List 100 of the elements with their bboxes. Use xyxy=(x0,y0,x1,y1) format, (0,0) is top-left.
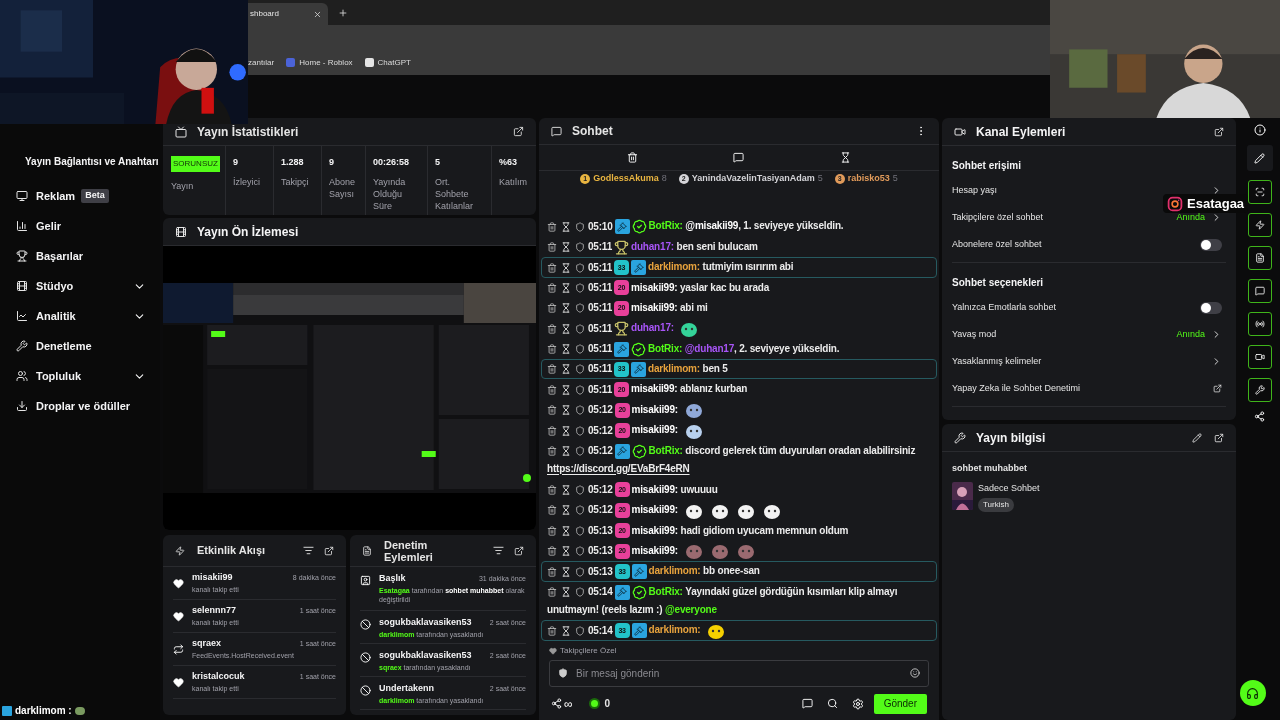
chat-overlay-text: darklimom : xyxy=(15,704,72,718)
message-time: 05:13 xyxy=(588,565,613,577)
message-time: 05:14 xyxy=(588,624,613,636)
message-text: tutmiyim ısırırım abi xyxy=(702,261,794,273)
message-text: , 1. seviyeye yükseldin. xyxy=(738,220,844,232)
sidebar-item[interactable]: Reklam Beta xyxy=(0,181,160,211)
stat-value: 1.288 xyxy=(281,156,305,169)
stat-value: 9 xyxy=(233,156,239,169)
action-target: sogukbaklavasiken53 xyxy=(379,616,472,629)
sidebar-item[interactable]: Denetleme xyxy=(0,331,160,361)
stat-label: Katılım xyxy=(499,175,528,188)
chat-username[interactable]: darklimom: xyxy=(648,624,701,636)
stat-value: %63 xyxy=(499,156,518,169)
chat-username[interactable]: misakii99: xyxy=(631,404,678,416)
message-time: 05:12 xyxy=(588,424,613,436)
message-time: 05:13 xyxy=(588,545,613,557)
top-chatter-name[interactable]: GodlessAkuma xyxy=(593,172,659,186)
setting-row[interactable]: Yapay Zeka ile Sohbet Denetimi xyxy=(952,375,1226,402)
chat-username[interactable]: misakii99: xyxy=(631,302,678,314)
panel-title: Kanal Eylemleri xyxy=(976,123,1066,141)
message-count: 5 xyxy=(892,172,898,186)
chat-username[interactable]: misakii99: xyxy=(631,424,678,436)
message-text: bb onee-san xyxy=(703,565,760,577)
message-text: unutmayın! (reels lazım :) xyxy=(547,604,663,616)
setting-row[interactable]: Yavaş mod Anında xyxy=(952,321,1226,348)
panel-title: Denetim Eylemleri xyxy=(384,538,434,563)
chat-username[interactable]: darklimom: xyxy=(648,363,700,375)
browser-tab[interactable]: shboard xyxy=(248,3,328,25)
message-text: hadi gidiom uyucam memnun oldum xyxy=(680,524,849,536)
chat-username[interactable]: BotRix: xyxy=(648,220,683,232)
points-count: 0 xyxy=(604,697,611,711)
bookmark[interactable]: Home - Roblox xyxy=(286,56,353,69)
panel-title: Yayın İstatistikleri xyxy=(197,123,299,141)
panel-title: Yayın Ön İzlemesi xyxy=(197,223,299,241)
top-chatter-name[interactable]: rabisko53 xyxy=(847,172,890,186)
status-badge: SORUNSUZ xyxy=(171,156,220,172)
panel-title: Etkinlik Akışı xyxy=(197,543,266,559)
chat-username[interactable]: darklimom: xyxy=(648,261,700,273)
sidebar-item[interactable]: Droplar ve ödüller xyxy=(0,391,160,421)
message-time: 05:11 xyxy=(588,281,613,293)
message-count: 8 xyxy=(661,172,667,186)
chat-username[interactable]: misakii99: xyxy=(631,281,678,293)
sidebar-item[interactable]: Stüdyo xyxy=(0,271,160,301)
chat-username[interactable]: BotRix: xyxy=(648,343,683,355)
chat-username[interactable]: duhan17: xyxy=(631,241,674,253)
setting-row[interactable]: Yalnızca Emotlarla sohbet xyxy=(952,294,1226,321)
send-button[interactable]: Gönder xyxy=(873,693,927,714)
stat-label: Abone Sayısı xyxy=(329,175,357,200)
top-chatter-name[interactable]: YanindaVazelinTasiyanAdam xyxy=(691,172,815,186)
message-count: 5 xyxy=(817,172,823,186)
stat-value: 00:26:58 xyxy=(373,156,411,169)
event-user: sqraex xyxy=(192,637,222,650)
chat-username[interactable]: BotRix: xyxy=(648,586,683,598)
chat-username[interactable]: misakii99: xyxy=(631,545,678,557)
chat-link[interactable]: https://discord.gg/EVaBrF4eRN xyxy=(547,463,690,475)
chat-username[interactable]: misakii99: xyxy=(631,504,678,516)
message-time: 05:12 xyxy=(588,483,613,495)
message-time: 05:11 xyxy=(588,363,613,375)
chat-username[interactable]: misakii99: xyxy=(631,383,678,395)
sidebar-item[interactable]: Topluluk xyxy=(0,361,160,391)
message-text: , 2. seviyeye yükseldin. xyxy=(734,343,840,355)
message-text: Yayındaki güzel gördüğün kısımları klip almayı xyxy=(685,586,898,598)
chat-username[interactable]: darklimom: xyxy=(648,565,701,577)
message-text: ben seni bulucam xyxy=(676,241,758,253)
message-time: 05:11 xyxy=(588,343,613,355)
event-user: selennn77 xyxy=(192,604,237,617)
message-text: yaslar kac bu arada xyxy=(680,281,770,293)
sidebar-item[interactable]: Analitik xyxy=(0,301,160,331)
message-input[interactable]: Bir mesaj gönderin xyxy=(549,660,929,687)
stat-label: Yayın xyxy=(171,180,195,193)
action-target: sogukbaklavasiken53 xyxy=(379,649,472,662)
chat-username[interactable]: BotRix: xyxy=(648,445,683,457)
tag[interactable]: Turkish xyxy=(978,498,1014,512)
message-text: uwuuuu xyxy=(680,483,718,495)
sidebar-item[interactable]: Başarılar xyxy=(0,241,160,271)
message-time: 05:11 xyxy=(588,322,613,334)
sidebar-item[interactable]: Gelir xyxy=(0,211,160,241)
setting-value: Anında xyxy=(1176,211,1205,224)
category-name[interactable]: Sadece Sohbet xyxy=(978,481,1040,495)
chat-username[interactable]: duhan17: xyxy=(631,322,674,334)
chat-username[interactable]: misakii99: xyxy=(631,483,678,495)
message-time: 05:12 xyxy=(588,445,613,457)
message-time: 05:13 xyxy=(588,524,613,536)
message-text: ben 5 xyxy=(702,363,728,375)
message-text: discord gelerek tüm duyuruları oradan alabilirsiniz xyxy=(685,445,916,457)
mention-link[interactable]: @everyone xyxy=(665,604,717,616)
panel-title: Yayın bilgisi xyxy=(976,429,1046,447)
message-text: ablanız kurban xyxy=(680,383,748,395)
action-target: Undertakenn xyxy=(379,682,434,695)
bookmark[interactable]: ChatGPT xyxy=(364,56,411,69)
bookmark[interactable]: zantılar xyxy=(248,56,275,69)
setting-row[interactable]: Yasaklanmış kelimeler xyxy=(952,348,1226,375)
section-title: Sohbet seçenekleri xyxy=(952,276,1045,290)
setting-row[interactable]: Abonelere özel sohbet xyxy=(952,231,1226,258)
message-time: 05:14 xyxy=(588,586,613,598)
message-time: 05:12 xyxy=(588,504,613,516)
message-time: 05:11 xyxy=(588,261,613,273)
message-time: 05:11 xyxy=(588,302,613,314)
chat-username[interactable]: misakii99: xyxy=(631,524,678,536)
sidebar-link[interactable]: Yayın Bağlantısı ve Anahtarı xyxy=(0,154,160,169)
